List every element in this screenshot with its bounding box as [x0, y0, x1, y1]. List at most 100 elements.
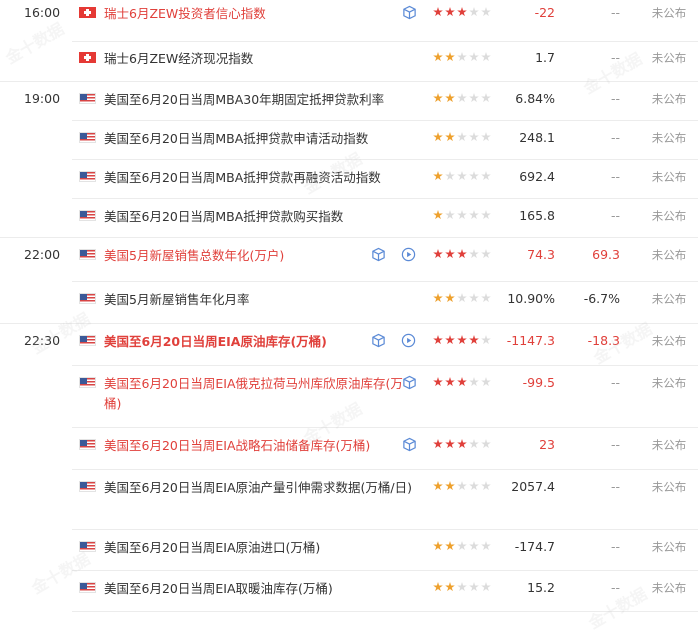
forecast-value: -- — [610, 208, 620, 223]
event-title[interactable]: 美国至6月20日当周MBA30年期固定抵押贷款利率 — [104, 90, 384, 110]
actual-value: 未公布 — [651, 6, 687, 20]
calendar-row[interactable]: 美国5月新屋销售年化月率 10.90% -6.7% 未公布 — [0, 282, 698, 324]
importance-stars — [433, 582, 491, 592]
event-time: 22:30 — [24, 333, 61, 348]
previous-value: -22 — [534, 5, 555, 20]
importance-star — [457, 93, 467, 103]
event-title[interactable]: 美国至6月20日当周EIA战略石油储备库存(万桶) — [104, 436, 414, 456]
importance-star — [457, 249, 467, 259]
data-chart-icon[interactable] — [402, 437, 417, 452]
data-chart-icon[interactable] — [371, 247, 386, 262]
us-flag-icon — [79, 210, 96, 221]
importance-star — [457, 541, 467, 551]
importance-star — [457, 132, 467, 142]
event-title[interactable]: 美国至6月20日当周EIA原油库存(万桶) — [104, 332, 327, 352]
importance-star — [433, 293, 443, 303]
swiss-flag-icon — [79, 52, 96, 63]
event-title[interactable]: 美国5月新屋销售年化月率 — [104, 290, 249, 310]
importance-star — [469, 7, 479, 17]
actual-value: 未公布 — [651, 51, 687, 65]
event-title[interactable]: 美国5月新屋销售总数年化(万户) — [104, 246, 284, 266]
calendar-row[interactable]: 美国至6月20日当周EIA战略石油储备库存(万桶) 23 -- 未公布 — [0, 428, 698, 470]
calendar-row[interactable]: 美国至6月20日当周EIA取暖油库存(万桶) 15.2 -- 未公布 — [0, 571, 698, 612]
previous-value: 10.90% — [507, 291, 555, 306]
calendar-row[interactable]: 22:00 美国5月新屋销售总数年化(万户) 74.3 69.3 未公布 — [0, 238, 698, 282]
video-play-icon[interactable] — [401, 247, 416, 262]
actual-value: 未公布 — [651, 131, 687, 145]
importance-star — [481, 582, 491, 592]
calendar-row[interactable]: 瑞士6月ZEW经济现况指数 1.7 -- 未公布 — [0, 41, 698, 82]
calendar-row[interactable]: 美国至6月20日当周EIA原油产量引伸需求数据(万桶/日) 2057.4 -- … — [0, 470, 698, 530]
importance-star — [481, 210, 491, 220]
importance-star — [481, 132, 491, 142]
importance-star — [457, 335, 467, 345]
importance-star — [445, 541, 455, 551]
importance-star — [433, 132, 443, 142]
event-title[interactable]: 美国至6月20日当周EIA取暖油库存(万桶) — [104, 579, 333, 599]
video-play-icon[interactable] — [401, 333, 416, 348]
event-title[interactable]: 美国至6月20日当周EIA俄克拉荷马州库欣原油库存(万桶) — [104, 374, 414, 414]
actual-value: 未公布 — [651, 209, 687, 223]
importance-star — [469, 439, 479, 449]
importance-stars — [433, 335, 491, 345]
importance-stars — [433, 7, 491, 17]
actual-value: 未公布 — [651, 540, 687, 554]
forecast-value: -- — [610, 479, 620, 494]
calendar-row[interactable]: 美国至6月20日当周EIA俄克拉荷马州库欣原油库存(万桶) -99.5 -- 未… — [0, 366, 698, 428]
importance-star — [445, 481, 455, 491]
calendar-row[interactable]: 22:30 美国至6月20日当周EIA原油库存(万桶) -1147.3 -18.… — [0, 324, 698, 366]
importance-star — [469, 132, 479, 142]
swiss-flag-icon — [79, 7, 96, 18]
actual-value: 未公布 — [651, 92, 687, 106]
event-title[interactable]: 美国至6月20日当周EIA原油进口(万桶) — [104, 538, 320, 558]
importance-star — [445, 249, 455, 259]
us-flag-icon — [79, 335, 96, 346]
previous-value: -174.7 — [514, 539, 555, 554]
importance-star — [481, 249, 491, 259]
calendar-row[interactable]: 美国至6月20日当周MBA抵押贷款购买指数 165.8 -- 未公布 — [0, 199, 698, 238]
importance-star — [457, 210, 467, 220]
us-flag-icon — [79, 132, 96, 143]
importance-star — [481, 377, 491, 387]
forecast-value: -18.3 — [587, 333, 620, 348]
importance-star — [433, 7, 443, 17]
importance-star — [481, 293, 491, 303]
calendar-row[interactable]: 16:00 瑞士6月ZEW投资者信心指数 -22 -- 未公布 — [0, 0, 698, 42]
us-flag-icon — [79, 377, 96, 388]
forecast-value: -- — [610, 5, 620, 20]
calendar-row[interactable]: 美国至6月20日当周MBA抵押贷款再融资活动指数 692.4 -- 未公布 — [0, 160, 698, 199]
event-title[interactable]: 瑞士6月ZEW投资者信心指数 — [104, 4, 266, 24]
event-title[interactable]: 美国至6月20日当周MBA抵押贷款再融资活动指数 — [104, 168, 381, 188]
importance-star — [481, 171, 491, 181]
event-title[interactable]: 美国至6月20日当周EIA原油产量引伸需求数据(万桶/日) — [104, 478, 412, 498]
event-title[interactable]: 美国至6月20日当周MBA抵押贷款申请活动指数 — [104, 129, 368, 149]
importance-star — [457, 377, 467, 387]
importance-star — [445, 293, 455, 303]
actual-value: 未公布 — [651, 248, 687, 262]
actual-value: 未公布 — [651, 438, 687, 452]
calendar-row[interactable]: 19:00 美国至6月20日当周MBA30年期固定抵押贷款利率 6.84% --… — [0, 82, 698, 121]
previous-value: 1.7 — [535, 50, 555, 65]
calendar-row[interactable]: 美国至6月20日当周MBA抵押贷款申请活动指数 248.1 -- 未公布 — [0, 121, 698, 160]
actual-value: 未公布 — [651, 480, 687, 494]
importance-star — [445, 52, 455, 62]
forecast-value: -- — [610, 375, 620, 390]
us-flag-icon — [79, 481, 96, 492]
importance-stars — [433, 481, 491, 491]
data-chart-icon[interactable] — [402, 5, 417, 20]
actual-value: 未公布 — [651, 334, 687, 348]
forecast-value: 69.3 — [592, 247, 620, 262]
importance-stars — [433, 171, 491, 181]
forecast-value: -- — [610, 580, 620, 595]
data-chart-icon[interactable] — [371, 333, 386, 348]
calendar-row[interactable]: 美国至6月20日当周EIA原油进口(万桶) -174.7 -- 未公布 — [0, 530, 698, 571]
importance-star — [433, 210, 443, 220]
importance-stars — [433, 249, 491, 259]
data-chart-icon[interactable] — [402, 375, 417, 390]
importance-stars — [433, 439, 491, 449]
event-title[interactable]: 美国至6月20日当周MBA抵押贷款购买指数 — [104, 207, 343, 227]
us-flag-icon — [79, 582, 96, 593]
event-title[interactable]: 瑞士6月ZEW经济现况指数 — [104, 49, 253, 69]
importance-star — [481, 481, 491, 491]
importance-star — [445, 377, 455, 387]
